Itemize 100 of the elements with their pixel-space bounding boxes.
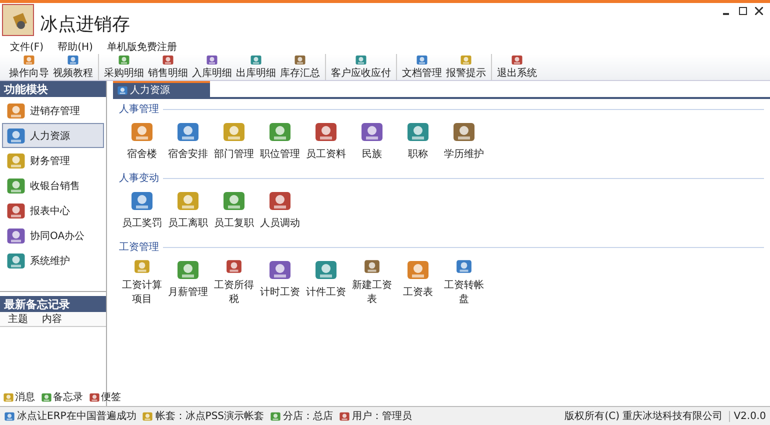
note-icon bbox=[41, 392, 52, 402]
sidebar-item[interactable]: 财务管理 bbox=[2, 148, 104, 173]
module-icon bbox=[268, 120, 292, 144]
section-title: 人事变动 bbox=[119, 172, 159, 185]
module-icon bbox=[222, 189, 246, 213]
status-icon bbox=[270, 410, 282, 422]
memo-link[interactable]: 消息 bbox=[3, 390, 35, 404]
module-icon bbox=[406, 120, 430, 144]
menu-item[interactable]: 帮助(H) bbox=[58, 40, 93, 54]
toolbar-button[interactable]: 视频教程 bbox=[51, 54, 95, 80]
memo-link[interactable]: 备忘录 bbox=[41, 390, 83, 404]
section-title: 人事管理 bbox=[119, 102, 159, 116]
module-button[interactable]: 计时工资 bbox=[257, 258, 303, 306]
window-title: 冰点进销存 bbox=[40, 13, 130, 36]
toolbar-icon bbox=[206, 54, 218, 66]
module-icon bbox=[130, 189, 154, 213]
menu-item[interactable]: 单机版免费注册 bbox=[106, 40, 177, 54]
sidebar-item[interactable]: 报表中心 bbox=[2, 198, 104, 223]
module-button[interactable]: 人员调动 bbox=[257, 189, 303, 237]
toolbar-icon bbox=[460, 54, 472, 66]
toolbar-button[interactable]: 文档管理 bbox=[400, 54, 444, 80]
module-button[interactable]: 员工复职 bbox=[211, 189, 257, 237]
toolbar-icon bbox=[23, 54, 35, 66]
column-header: 内容 bbox=[42, 312, 63, 326]
toolbar-button[interactable]: 库存汇总 bbox=[278, 54, 322, 80]
module-icon bbox=[268, 189, 292, 213]
module-button[interactable]: 员工奖罚 bbox=[119, 189, 165, 237]
toolbar-button[interactable]: 操作向导 bbox=[7, 54, 51, 80]
status-text: 用户：管理员 bbox=[352, 410, 412, 423]
app-logo bbox=[2, 4, 34, 36]
panel-title: 功能模块 bbox=[4, 82, 48, 96]
module-button[interactable]: 工资计算项目 bbox=[119, 258, 165, 306]
panel-title: 最新备忘记录 bbox=[4, 296, 70, 312]
module-button[interactable]: 部门管理 bbox=[211, 120, 257, 168]
toolbar-button[interactable]: 入库明细 bbox=[190, 54, 234, 80]
sidebar-item[interactable]: 进销存管理 bbox=[2, 98, 104, 123]
toolbar-icon bbox=[416, 54, 428, 66]
toolbar-button[interactable]: 出库明细 bbox=[234, 54, 278, 80]
status-icon bbox=[4, 410, 15, 422]
module-button[interactable]: 员工离职 bbox=[165, 189, 211, 237]
status-icon bbox=[339, 410, 350, 422]
module-icon bbox=[6, 200, 26, 220]
module-button[interactable]: 工资表 bbox=[395, 258, 441, 306]
module-button[interactable]: 月薪管理 bbox=[165, 258, 211, 306]
module-icon bbox=[6, 176, 26, 196]
status-text: 分店：总店 bbox=[283, 410, 334, 423]
note-icon bbox=[3, 392, 14, 402]
maximize-icon[interactable] bbox=[739, 7, 747, 15]
status-text: 帐套：冰点PSS演示帐套 bbox=[155, 410, 264, 423]
column-header: 主题 bbox=[8, 312, 29, 326]
toolbar-button[interactable]: 采购明细 bbox=[102, 54, 146, 80]
toolbar-button[interactable]: 退出系统 bbox=[495, 54, 539, 80]
status-text: 冰点让ERP在中国普遍成功 bbox=[17, 410, 136, 423]
module-button[interactable]: 职称 bbox=[395, 120, 441, 168]
sidebar-item[interactable]: 协同OA办公 bbox=[2, 223, 104, 248]
module-button[interactable]: 民族 bbox=[349, 120, 395, 168]
module-icon bbox=[130, 120, 154, 144]
module-icon bbox=[222, 120, 246, 144]
sidebar-item[interactable]: 收银台销售 bbox=[2, 173, 104, 198]
module-button[interactable]: 计件工资 bbox=[303, 258, 349, 306]
section-title: 工资管理 bbox=[119, 241, 159, 254]
copyright-text: 版权所有(C) 重庆冰垯科技有限公司 bbox=[564, 410, 723, 423]
sidebar-item[interactable]: 人力资源 bbox=[2, 123, 104, 148]
module-button[interactable]: 学历维护 bbox=[441, 120, 487, 168]
module-icon bbox=[268, 258, 292, 282]
module-button[interactable]: 工资所得税 bbox=[211, 258, 257, 306]
memo-link[interactable]: 便签 bbox=[89, 390, 121, 404]
module-icon bbox=[176, 189, 200, 213]
toolbar-icon bbox=[250, 54, 262, 66]
toolbar-icon bbox=[118, 54, 130, 66]
module-button[interactable]: 宿舍楼 bbox=[119, 120, 165, 168]
module-icon bbox=[176, 258, 200, 282]
module-icon bbox=[6, 250, 26, 270]
toolbar-button[interactable]: 报警提示 bbox=[444, 54, 488, 80]
module-icon bbox=[406, 258, 430, 282]
module-icon bbox=[176, 120, 200, 144]
module-button[interactable]: 新建工资表 bbox=[349, 258, 395, 306]
module-icon bbox=[314, 258, 338, 282]
status-icon bbox=[142, 410, 154, 422]
tab[interactable]: 人力资源 bbox=[113, 81, 210, 97]
module-button[interactable]: 职位管理 bbox=[257, 120, 303, 168]
toolbar-icon bbox=[162, 54, 174, 66]
module-button[interactable]: 宿舍安排 bbox=[165, 120, 211, 168]
module-icon bbox=[314, 120, 338, 144]
module-button[interactable]: 员工资料 bbox=[303, 120, 349, 168]
module-icon bbox=[6, 126, 26, 146]
note-icon bbox=[89, 392, 100, 402]
module-icon bbox=[452, 120, 476, 144]
close-icon[interactable] bbox=[755, 7, 763, 15]
module-button[interactable]: 工资转帐盘 bbox=[441, 258, 487, 306]
module-icon bbox=[6, 150, 26, 170]
sidebar-item[interactable]: 系统维护 bbox=[2, 248, 104, 273]
toolbar-button[interactable]: 销售明细 bbox=[146, 54, 190, 80]
toolbar-icon bbox=[294, 54, 306, 66]
module-icon bbox=[6, 100, 26, 120]
toolbar-button[interactable]: 客户应收应付 bbox=[329, 54, 393, 80]
version-text: V2.0.0 bbox=[728, 410, 766, 422]
module-icon bbox=[6, 226, 26, 246]
menu-item[interactable]: 文件(F) bbox=[10, 40, 44, 54]
toolbar-icon bbox=[67, 54, 79, 66]
